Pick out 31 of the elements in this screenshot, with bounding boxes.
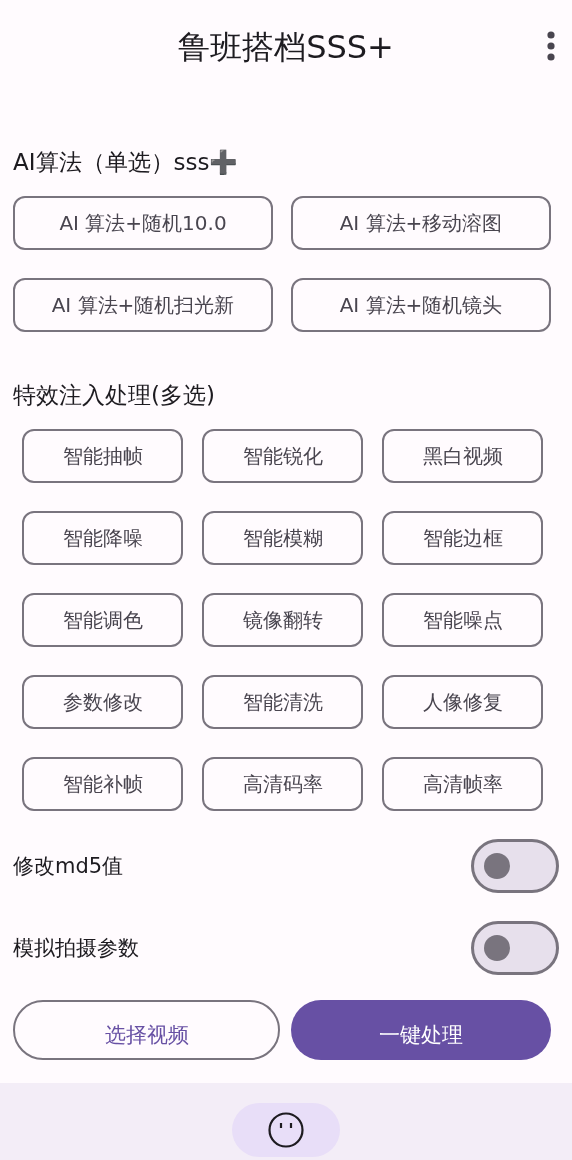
algorithm-option[interactable]: AI 算法+随机镜头 xyxy=(291,278,551,332)
effect-option[interactable]: 智能噪点 xyxy=(382,593,543,647)
effect-option[interactable]: 智能调色 xyxy=(22,593,183,647)
more-options-icon[interactable] xyxy=(546,30,556,62)
effect-option[interactable]: 智能锐化 xyxy=(202,429,363,483)
process-button[interactable]: 一键处理 xyxy=(291,1000,551,1060)
effect-option[interactable]: 高清码率 xyxy=(202,757,363,811)
effect-option[interactable]: 智能补帧 xyxy=(22,757,183,811)
algorithm-option[interactable]: AI 算法+移动溶图 xyxy=(291,196,551,250)
section-title: AI算法（单选）sss➕ xyxy=(13,148,239,177)
effect-option[interactable]: 镜像翻转 xyxy=(202,593,363,647)
effect-option[interactable]: 参数修改 xyxy=(22,675,183,729)
switch-label: 修改md5值 xyxy=(13,853,124,880)
effect-option[interactable]: 智能降噪 xyxy=(22,511,183,565)
nav-item[interactable] xyxy=(232,1103,340,1157)
effect-option[interactable]: 高清帧率 xyxy=(382,757,543,811)
section-title: 特效注入处理(多选) xyxy=(13,381,215,410)
app-title: 鲁班搭档SSS+ xyxy=(178,26,394,68)
effect-option[interactable]: 黑白视频 xyxy=(382,429,543,483)
effect-option[interactable]: 智能清洗 xyxy=(202,675,363,729)
algorithm-option[interactable]: AI 算法+随机10.0 xyxy=(13,196,273,250)
effect-option[interactable]: 智能模糊 xyxy=(202,511,363,565)
effect-option[interactable]: 智能边框 xyxy=(382,511,543,565)
algorithm-option[interactable]: AI 算法+随机扫光新 xyxy=(13,278,273,332)
smiley-icon xyxy=(267,1111,305,1149)
effect-option[interactable]: 人像修复 xyxy=(382,675,543,729)
effect-option[interactable]: 智能抽帧 xyxy=(22,429,183,483)
select-video-button[interactable]: 选择视频 xyxy=(13,1000,280,1060)
toggle-switch[interactable] xyxy=(471,839,559,893)
switch-label: 模拟拍摄参数 xyxy=(13,935,139,962)
toggle-switch[interactable] xyxy=(471,921,559,975)
